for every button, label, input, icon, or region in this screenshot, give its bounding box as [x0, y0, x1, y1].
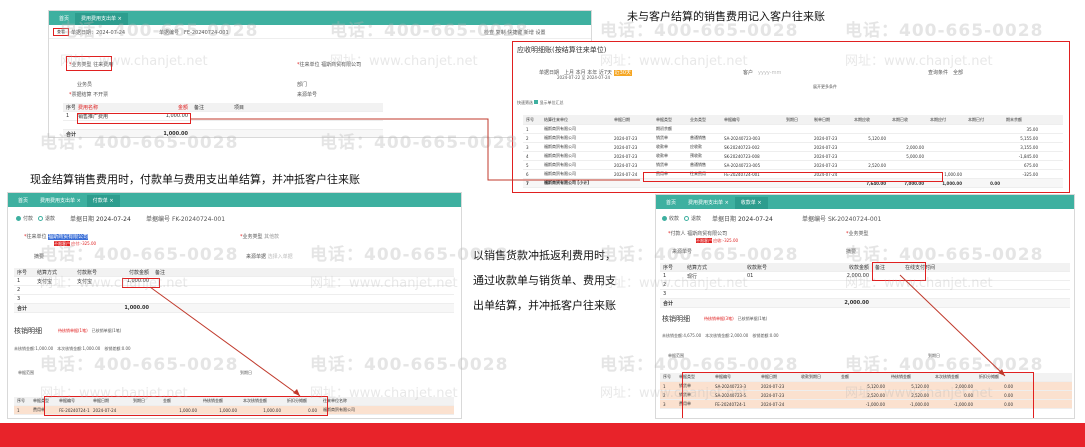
connector-expense-to-ledger	[190, 118, 640, 181]
connector-lines	[149, 118, 1006, 397]
connector-arrow	[293, 389, 300, 396]
bottom-banner	[0, 423, 1085, 447]
connector-payment-amount	[149, 286, 301, 397]
connector-receipt-amount	[899, 274, 1006, 377]
